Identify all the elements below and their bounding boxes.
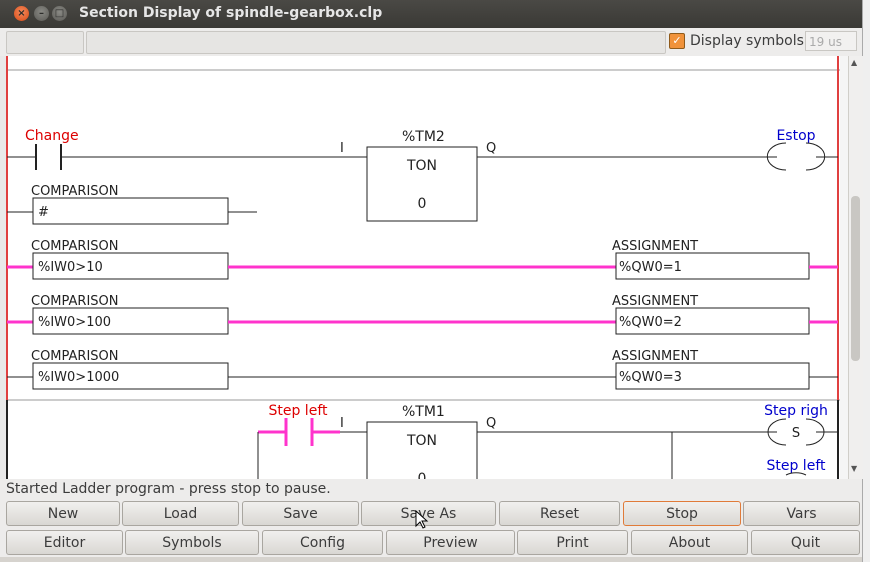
window-title: Section Display of spindle-gearbox.clp xyxy=(79,5,383,21)
print-button[interactable]: Print xyxy=(517,530,628,555)
comparison-expr: %IW0>10 xyxy=(38,260,103,275)
assignment-header: ASSIGNMENT xyxy=(612,294,698,309)
timer-type: TON xyxy=(406,433,437,449)
step-right-coil-symbol: Step righ xyxy=(764,403,828,419)
timer-value: 0 xyxy=(418,196,427,212)
estop-coil-symbol: Estop xyxy=(776,128,815,144)
vertical-scrollbar[interactable]: ▲ ▼ xyxy=(848,56,863,479)
about-button[interactable]: About xyxy=(631,530,748,555)
comparison-block[interactable] xyxy=(32,197,229,225)
display-symbols-label: Display symbols xyxy=(690,33,804,49)
comparison-expr: %IW0>1000 xyxy=(38,370,119,385)
display-symbols-checkbox[interactable]: ✓ xyxy=(669,33,685,49)
comparison-header: COMPARISON xyxy=(31,239,119,254)
right-gap xyxy=(840,56,848,479)
toolbar-field-main[interactable] xyxy=(86,31,666,54)
vars-button[interactable]: Vars xyxy=(743,501,860,526)
step-left-contact-symbol: Step left xyxy=(268,403,328,419)
timing-field: 19 us xyxy=(805,31,857,51)
step-left-coil-symbol: Step left xyxy=(766,458,826,474)
symbols-button[interactable]: Symbols xyxy=(125,530,259,555)
assignment-header: ASSIGNMENT xyxy=(612,239,698,254)
timer-value: 0 xyxy=(418,471,427,479)
mouse-cursor-icon xyxy=(415,510,429,529)
comparison-expr: %IW0>100 xyxy=(38,315,111,330)
scroll-up-icon[interactable]: ▲ xyxy=(851,58,857,67)
quit-button[interactable]: Quit xyxy=(751,530,860,555)
save-button[interactable]: Save xyxy=(242,501,359,526)
timer-input-label: I xyxy=(340,416,344,431)
status-text: Started Ladder program - press stop to p… xyxy=(6,481,331,497)
assignment-expr: %QW0=2 xyxy=(619,315,682,330)
background-window-edge xyxy=(862,0,870,562)
close-icon: × xyxy=(17,8,26,19)
assignment-expr: %QW0=1 xyxy=(619,260,682,275)
timer-output-label: Q xyxy=(486,416,496,431)
set-coil-letter: S xyxy=(792,426,800,441)
editor-button[interactable]: Editor xyxy=(6,530,123,555)
timer-input-label: I xyxy=(340,141,344,156)
timer-output-label: Q xyxy=(486,141,496,156)
preview-button[interactable]: Preview xyxy=(386,530,515,555)
change-contact-symbol: Change xyxy=(25,128,79,144)
timer-type: TON xyxy=(406,158,437,174)
title-bar: × – □ Section Display of spindle-gearbox… xyxy=(0,0,870,28)
stop-button[interactable]: Stop xyxy=(623,501,741,526)
ladder-canvas[interactable]: Change I %TM2 TON 0 Q Estop COMPARISON #… xyxy=(6,56,840,479)
comparison-header: COMPARISON xyxy=(31,184,119,199)
toolbar-field-left[interactable] xyxy=(6,31,84,54)
comparison-header: COMPARISON xyxy=(31,294,119,309)
timer-name: %TM2 xyxy=(402,129,445,145)
assignment-expr: %QW0=3 xyxy=(619,370,682,385)
scrollbar-thumb[interactable] xyxy=(851,196,860,361)
new-button[interactable]: New xyxy=(6,501,120,526)
assignment-header: ASSIGNMENT xyxy=(612,349,698,364)
ladder-diagram: Change I %TM2 TON 0 Q Estop COMPARISON #… xyxy=(6,56,840,479)
reset-button[interactable]: Reset xyxy=(499,501,620,526)
maximize-icon: □ xyxy=(54,8,65,19)
timer-name: %TM1 xyxy=(402,404,445,420)
minimize-icon: – xyxy=(39,8,44,19)
minimize-button[interactable]: – xyxy=(34,6,49,21)
comparison-header: COMPARISON xyxy=(31,349,119,364)
comparison-expr: # xyxy=(38,205,49,220)
maximize-button[interactable]: □ xyxy=(52,6,67,21)
close-button[interactable]: × xyxy=(14,6,29,21)
button-panel: New Load Save Save As Reset Stop Vars Ed… xyxy=(0,499,862,557)
config-button[interactable]: Config xyxy=(262,530,383,555)
load-button[interactable]: Load xyxy=(122,501,239,526)
scroll-down-icon[interactable]: ▼ xyxy=(851,464,857,473)
